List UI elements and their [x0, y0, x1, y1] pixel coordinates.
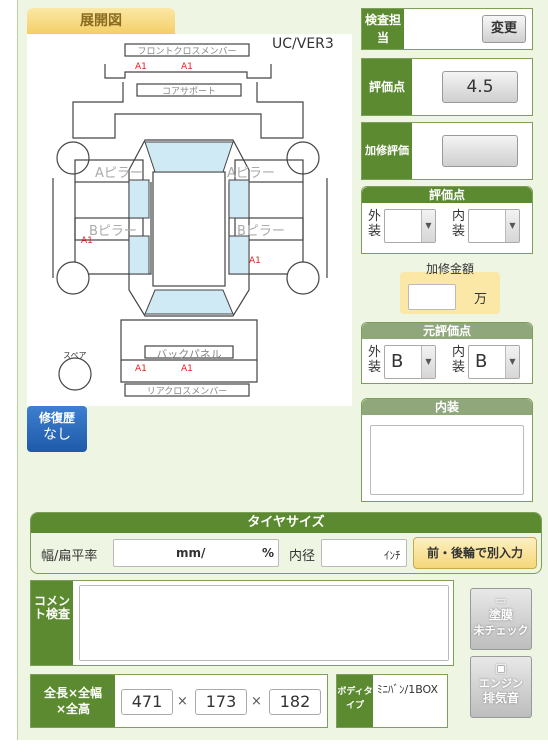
score-exterior-label: 外装 [368, 209, 382, 239]
interior-textarea[interactable] [370, 425, 524, 495]
a-pillar-left-label: Aピラー [95, 166, 143, 181]
overall-score-panel: 評価点(総合) 4.5 [361, 58, 533, 150]
a-pillar-right-label: Aピラー [227, 166, 275, 181]
repair-amount-input[interactable] [408, 284, 456, 310]
rear-cross-member-label: リアクロスメンバー [146, 387, 228, 397]
damage-mark[interactable]: A1 [249, 256, 261, 266]
clipboard-icon: ▭ [495, 594, 507, 607]
inspector-label: 検査担当 [362, 9, 404, 49]
engine-icon: ▣ [495, 661, 507, 675]
spare-label: スペア [63, 351, 87, 360]
damage-mark[interactable]: A1 [81, 236, 93, 246]
body-type-label: ボディタイプ [337, 675, 373, 727]
body-type-panel: ボディタイプ ﾐﾆﾊﾞﾝ/1BOX [336, 674, 448, 728]
paint-check-line2: 未チェック [473, 624, 529, 637]
comment-panel: コメント検査 [30, 580, 454, 666]
tire-diameter-input[interactable]: ｲﾝﾁ [321, 539, 407, 567]
inspector-panel: 検査担当 変更 [361, 8, 533, 50]
overall-score-button[interactable]: 4.5 [442, 71, 518, 103]
paint-check-button[interactable]: ▭ 塗膜 未チェック [470, 588, 532, 650]
times-sign: × [251, 694, 262, 709]
tire-size-header: タイヤサイズ [31, 513, 541, 533]
tire-percent-unit: % [262, 546, 275, 560]
comment-textarea[interactable] [79, 585, 449, 661]
dimensions-panel: 全長×全幅 ×全高 471 × 173 × 182 [30, 674, 328, 728]
back-panel-label: バックパネル [156, 348, 222, 361]
tire-width-input[interactable]: mm/ % [113, 539, 279, 567]
tire-width-label: 幅/扁平率 [41, 549, 98, 564]
original-interior-select[interactable]: B ▼ [468, 345, 520, 379]
width-input[interactable]: 173 [195, 689, 247, 715]
chevron-down-icon: ▼ [421, 210, 435, 242]
dimensions-label-line1: 全長×全幅 [43, 686, 103, 700]
score-interior-label: 内装 [452, 209, 466, 239]
separate-input-button[interactable]: 前・後輪で別入力 [413, 537, 537, 569]
repair-history-label: 修復歴 [38, 411, 75, 425]
diagram-tab[interactable]: 展開図 [27, 8, 175, 34]
version-label: UC/VER3 [272, 36, 334, 52]
tire-diameter-label: 内径 [289, 549, 316, 564]
score-panel: 評価点 外装 ▼ 内装 ▼ [361, 186, 533, 254]
repair-amount-unit: 万 [474, 292, 488, 307]
repair-amount-panel: 加修金額 万 [400, 260, 500, 314]
b-pillar-right-label: Bピラー [237, 224, 285, 239]
vehicle-diagram[interactable]: フロントクロスメンバー コアサポート Aピラー Aピラー Bピラー Bピラー バ… [27, 34, 352, 406]
addrepair-score-button[interactable] [442, 135, 518, 167]
damage-mark[interactable]: A1 [181, 364, 193, 374]
core-support-label: コアサポート [161, 87, 216, 97]
damage-mark[interactable]: A1 [135, 62, 147, 72]
dimensions-label: 全長×全幅 ×全高 [31, 675, 115, 727]
b-pillar-left-label: Bピラー [89, 224, 137, 239]
original-score-header: 元評価点 [362, 323, 532, 339]
repair-history-value: なし [43, 427, 71, 443]
height-input[interactable]: 182 [269, 689, 321, 715]
original-interior-label: 内装 [452, 345, 466, 375]
tire-inch-unit: ｲﾝﾁ [384, 549, 401, 562]
original-exterior-label: 外装 [368, 345, 382, 375]
times-sign: × [177, 694, 188, 709]
addrepair-score-label: 加修評価(総合) [362, 123, 412, 213]
damage-mark[interactable]: A1 [181, 62, 193, 72]
original-interior-value: B [475, 351, 488, 372]
interior-header: 内装 [362, 399, 532, 415]
dimensions-label-line2: ×全高 [55, 702, 91, 716]
score-interior-select[interactable]: ▼ [468, 209, 520, 243]
chevron-down-icon: ▼ [505, 346, 519, 378]
tire-size-panel: タイヤサイズ 幅/扁平率 mm/ % 内径 ｲﾝﾁ 前・後輪で別入力 [30, 512, 542, 574]
chevron-down-icon: ▼ [421, 346, 435, 378]
front-cross-member-label: フロントクロスメンバー [137, 47, 237, 57]
score-exterior-select[interactable]: ▼ [384, 209, 436, 243]
interior-panel: 内装 [361, 398, 533, 502]
comment-label: コメント検査 [31, 581, 73, 665]
original-exterior-select[interactable]: B ▼ [384, 345, 436, 379]
damage-mark[interactable]: A1 [135, 364, 147, 374]
paint-check-line1: 塗膜 [488, 608, 513, 622]
change-inspector-button[interactable]: 変更 [482, 15, 526, 43]
original-exterior-value: B [391, 351, 404, 372]
engine-sound-button[interactable]: ▣ エンジン 排気音 [470, 656, 532, 718]
chevron-down-icon: ▼ [505, 210, 519, 242]
tire-mm-unit: mm/ [176, 546, 206, 560]
overall-score-label: 評価点(総合) [362, 59, 412, 150]
length-input[interactable]: 471 [121, 689, 173, 715]
engine-sound-line1: エンジン [479, 677, 523, 690]
repair-amount-label: 加修金額 [425, 262, 474, 276]
repair-history-button[interactable]: 修復歴 なし [27, 406, 87, 452]
original-score-panel: 元評価点 外装 B ▼ 内装 B ▼ [361, 322, 533, 384]
body-type-value: ﾐﾆﾊﾞﾝ/1BOX [377, 683, 439, 696]
engine-sound-line2: 排気音 [482, 691, 519, 705]
addrepair-score-panel: 加修評価(総合) [361, 122, 533, 213]
score-header: 評価点 [362, 187, 532, 203]
